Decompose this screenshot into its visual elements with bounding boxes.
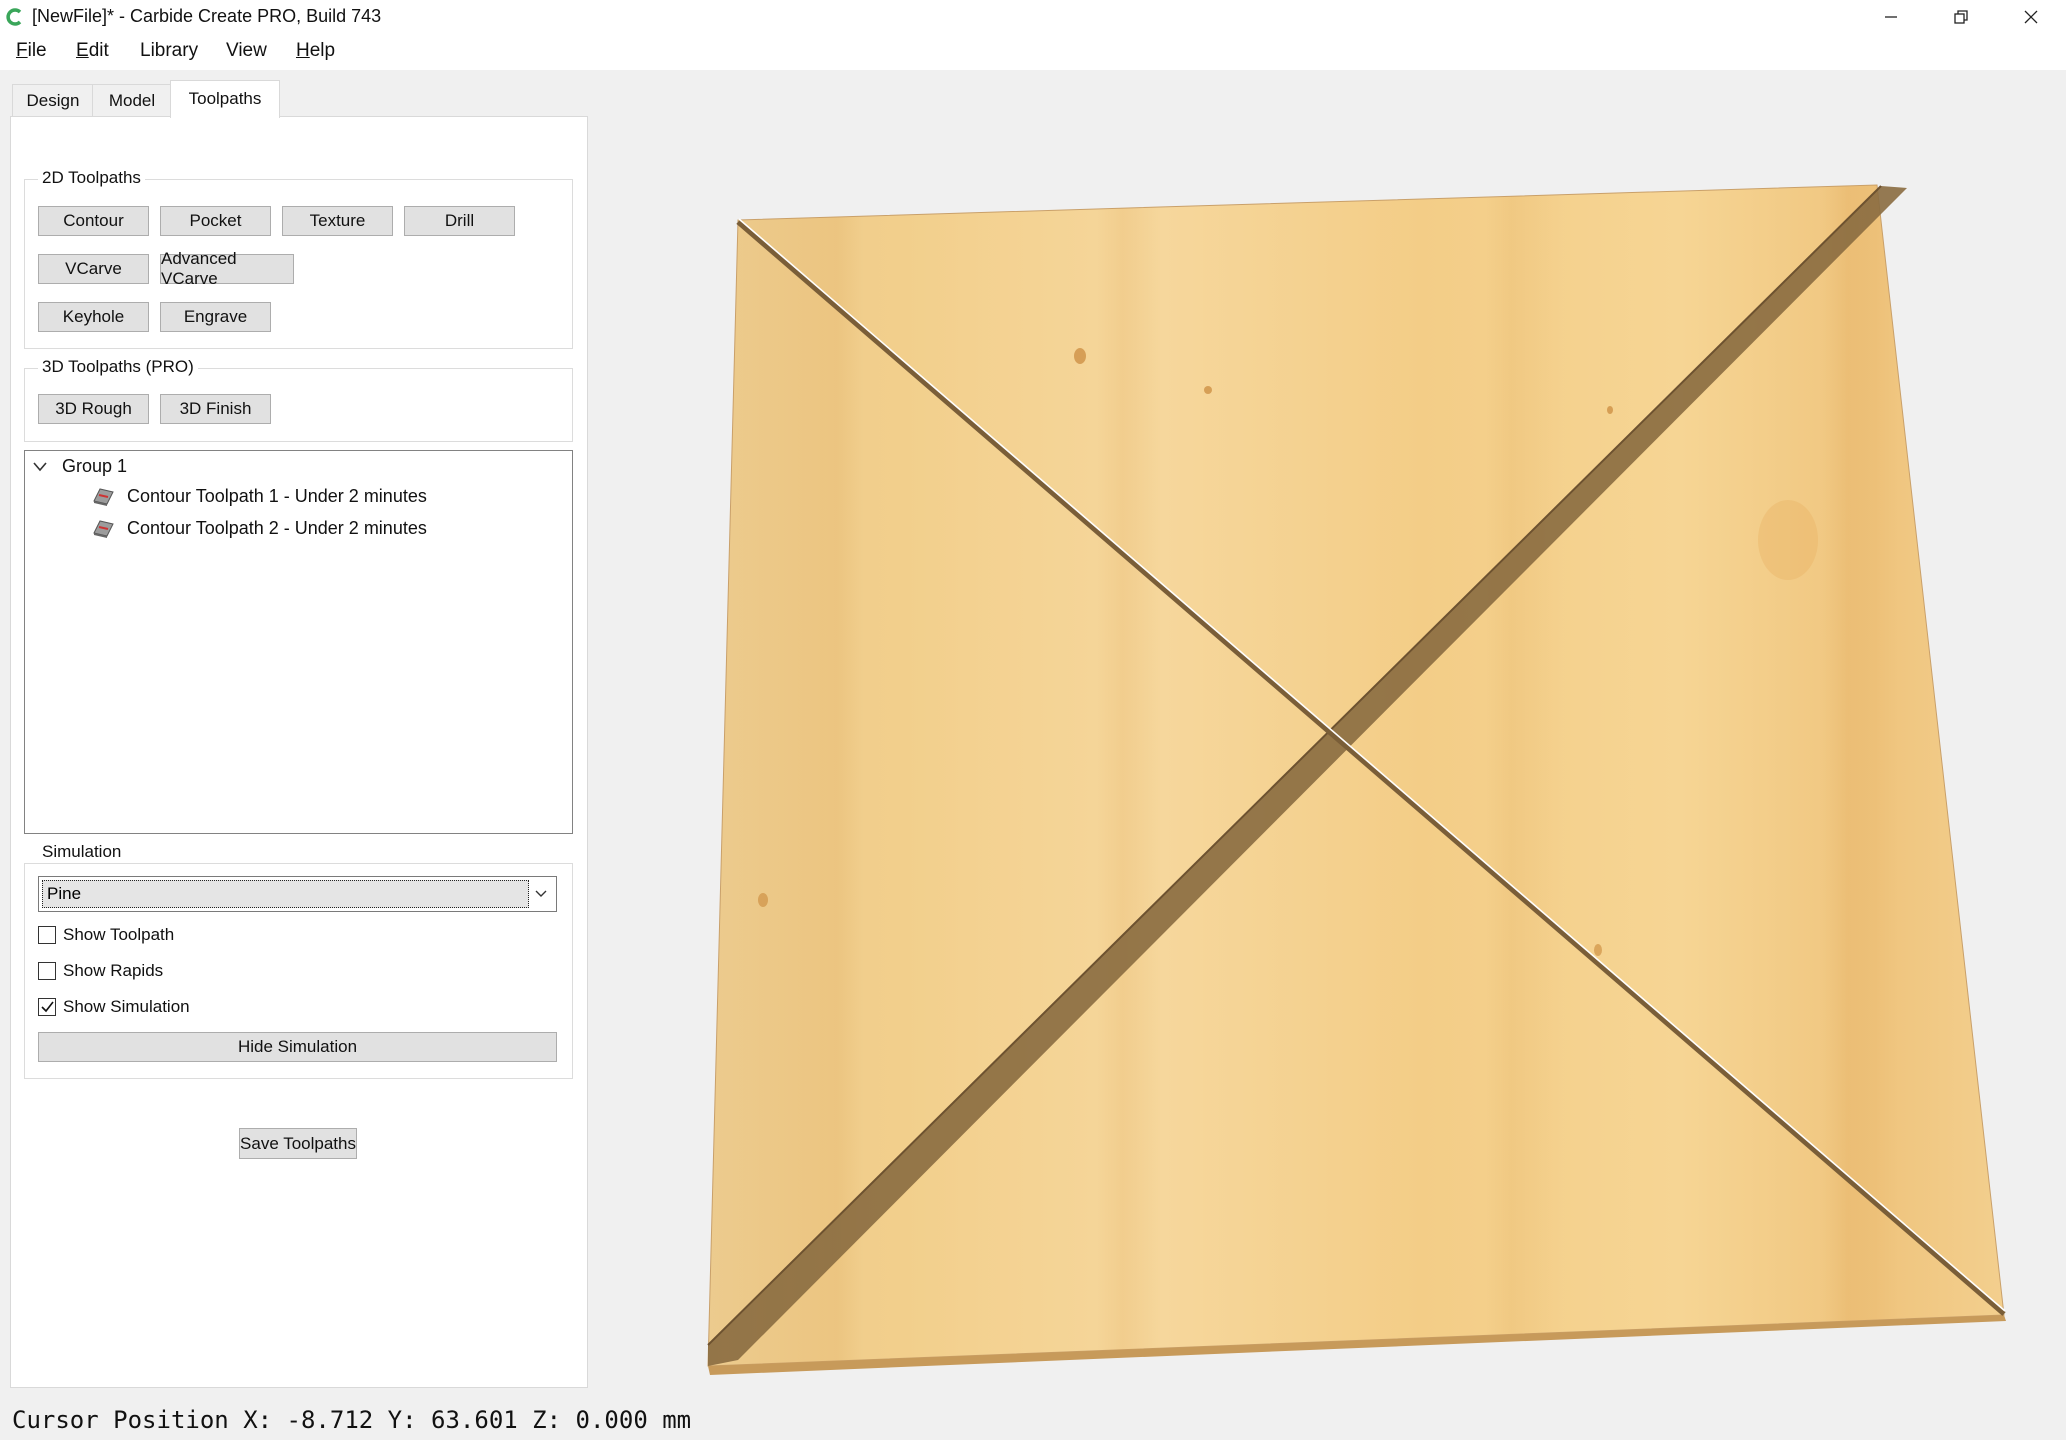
checkmark-icon (41, 1001, 54, 1013)
minimize-button[interactable] (1856, 0, 1926, 34)
tree-item-contour-toolpath-1[interactable]: Contour Toolpath 1 - Under 2 minutes (127, 486, 427, 507)
carbide-create-app-icon (6, 8, 22, 26)
window-title: [NewFile]* - Carbide Create PRO, Build 7… (32, 6, 382, 26)
3d-finish-button[interactable]: 3D Finish (160, 394, 271, 424)
pocket-button[interactable]: Pocket (160, 206, 271, 236)
keyhole-button[interactable]: Keyhole (38, 302, 149, 332)
menu-edit[interactable]: Edit (76, 40, 109, 62)
menu-library[interactable]: Library (140, 40, 198, 62)
chevron-down-icon[interactable] (33, 462, 47, 472)
toolpaths-2d-title: 2D Toolpaths (38, 168, 145, 188)
menu-file[interactable]: File (16, 40, 47, 62)
tab-toolpaths[interactable]: Toolpaths (170, 80, 280, 118)
cursor-position-readout: Cursor Position X: -8.712 Y: 63.601 Z: 0… (12, 1406, 692, 1434)
simulation-title: Simulation (38, 842, 126, 862)
show-toolpath-checkbox[interactable] (38, 926, 56, 944)
material-select[interactable]: Pine (38, 876, 557, 912)
texture-button[interactable]: Texture (282, 206, 393, 236)
vcarve-button[interactable]: VCarve (38, 254, 149, 284)
menu-help[interactable]: Help (296, 40, 335, 62)
show-rapids-checkbox[interactable] (38, 962, 56, 980)
status-bar: Cursor Position X: -8.712 Y: 63.601 Z: 0… (0, 1400, 2066, 1440)
show-simulation-label: Show Simulation (63, 997, 190, 1016)
hide-simulation-button[interactable]: Hide Simulation (38, 1032, 557, 1062)
show-toolpath-label: Show Toolpath (63, 925, 175, 944)
simulation-viewport[interactable] (588, 70, 2066, 1400)
show-rapids-label: Show Rapids (63, 961, 164, 980)
title-bar: [NewFile]* - Carbide Create PRO, Build 7… (0, 0, 2066, 34)
toolpath-icon (93, 520, 114, 538)
contour-button[interactable]: Contour (38, 206, 149, 236)
chevron-down-icon (535, 890, 547, 897)
tree-group-label[interactable]: Group 1 (62, 456, 127, 477)
material-select-value: Pine (47, 884, 82, 903)
tree-item-contour-toolpath-2[interactable]: Contour Toolpath 2 - Under 2 minutes (127, 518, 427, 539)
tab-model[interactable]: Model (92, 84, 172, 117)
close-button[interactable] (1996, 0, 2066, 34)
3d-rough-button[interactable]: 3D Rough (38, 394, 149, 424)
material-select-focus: Pine (42, 880, 529, 908)
show-simulation-checkbox[interactable] (38, 998, 56, 1016)
drill-button[interactable]: Drill (404, 206, 515, 236)
advanced-vcarve-button[interactable]: Advanced VCarve (160, 249, 294, 288)
tab-design[interactable]: Design (12, 84, 94, 117)
close-icon (2024, 10, 2038, 24)
restore-icon (1954, 10, 1968, 24)
toolpath-tree[interactable]: Group 1 Contour Toolpath 1 - Under 2 min… (24, 450, 573, 834)
restore-button[interactable] (1926, 0, 1996, 34)
wood-stock-render (707, 184, 2006, 1375)
minimize-icon (1885, 16, 1897, 18)
save-toolpaths-button[interactable]: Save Toolpaths (239, 1128, 357, 1159)
menu-bar: File Edit Library View Help (0, 36, 2066, 68)
toolpaths-3d-title: 3D Toolpaths (PRO) (38, 357, 198, 377)
menu-view[interactable]: View (226, 40, 267, 62)
toolpath-icon (93, 488, 114, 506)
engrave-button[interactable]: Engrave (160, 302, 271, 332)
